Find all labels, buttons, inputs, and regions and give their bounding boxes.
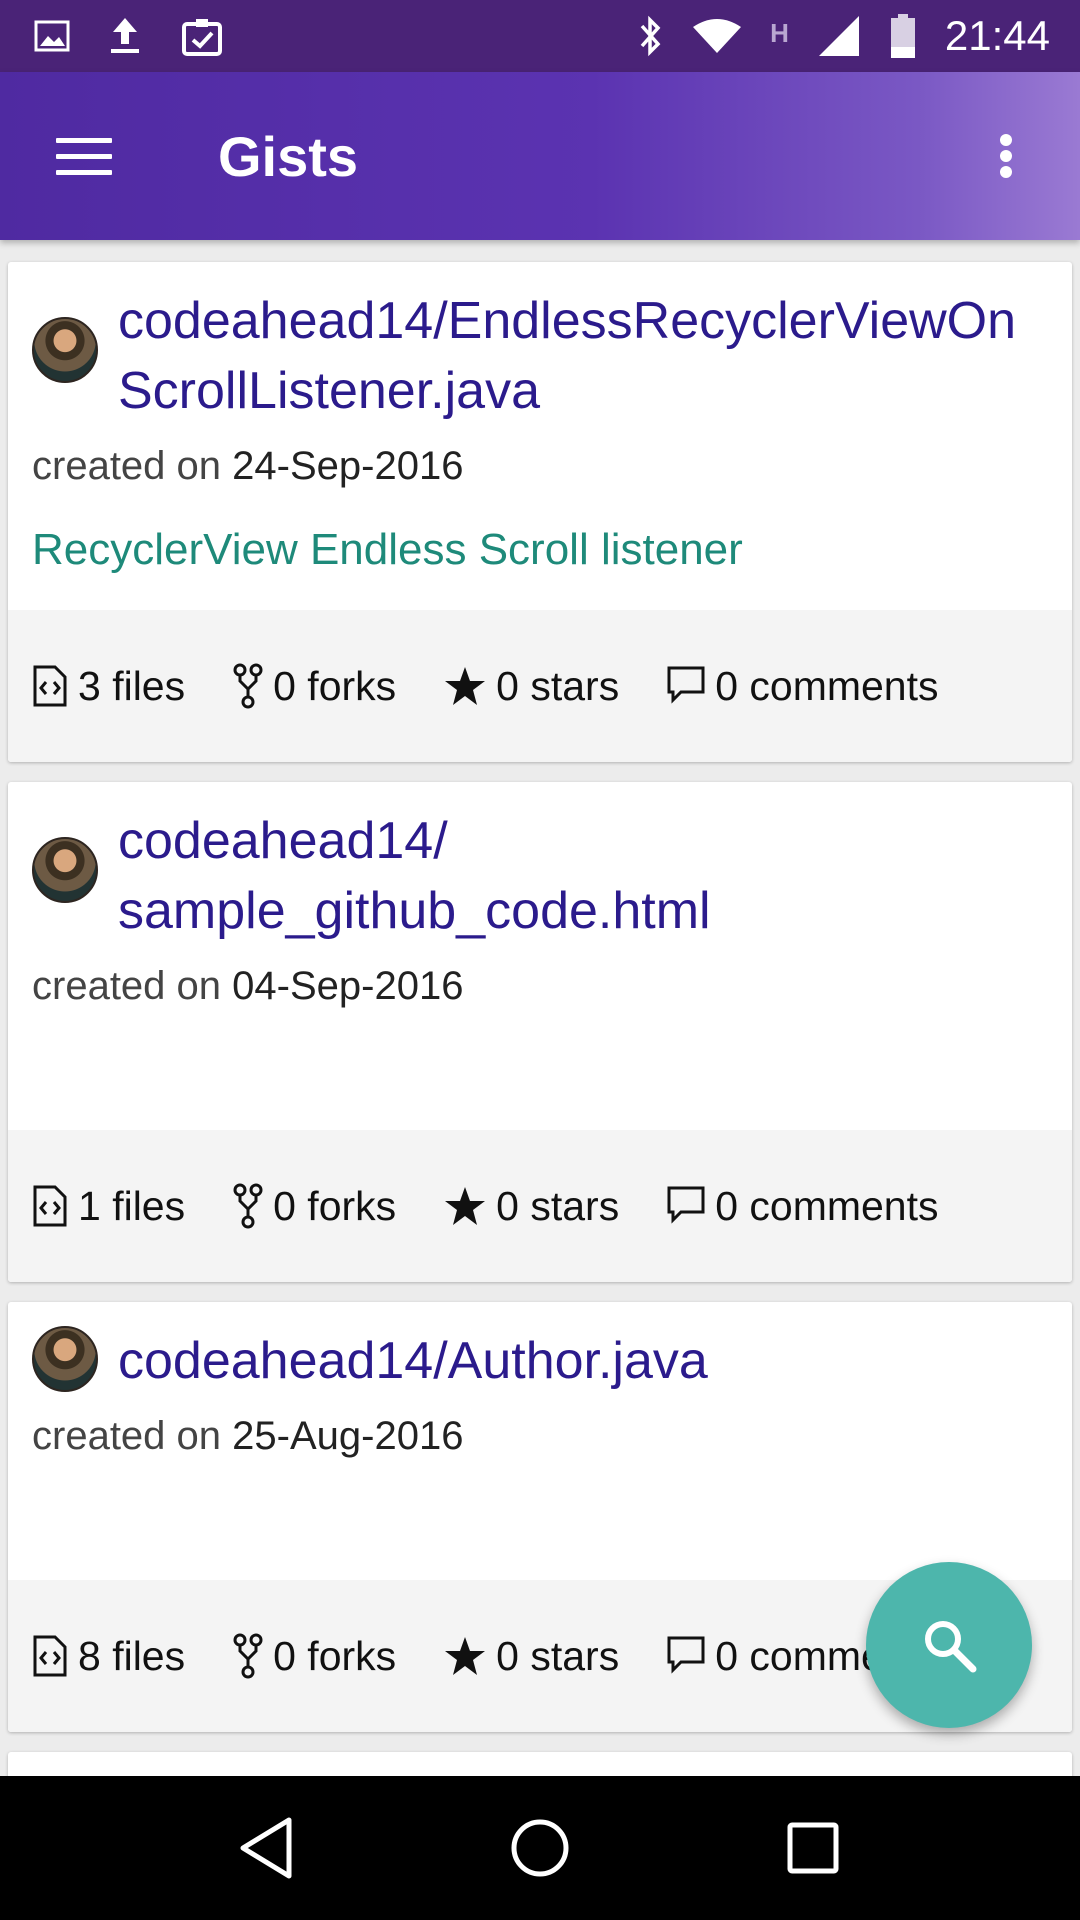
hamburger-menu-icon[interactable] — [56, 136, 112, 176]
clock: 21:44 — [944, 12, 1050, 59]
files-count: 8 files — [78, 1632, 186, 1679]
gist-title[interactable]: codeahead14/EndlessRecyclerViewOnScrollL… — [118, 286, 1048, 426]
created-line: created on 25-Aug-2016 — [32, 1414, 1048, 1459]
gist-list[interactable]: codeahead14/EndlessRecyclerViewOnScrollL… — [0, 240, 1080, 1776]
star-icon — [445, 1187, 486, 1225]
gist-card[interactable]: codeahead14/ sample_github_code.html cre… — [8, 782, 1072, 1282]
back-icon[interactable] — [222, 1803, 312, 1893]
fork-icon — [233, 1183, 263, 1229]
forks-count: 0 forks — [273, 1632, 397, 1679]
home-icon[interactable] — [495, 1803, 585, 1893]
created-date: 25-Aug-2016 — [232, 1414, 464, 1458]
files-count: 1 files — [78, 1182, 186, 1229]
gist-card[interactable] — [8, 1752, 1072, 1776]
gist-title[interactable]: codeahead14/Author.java — [118, 1326, 1048, 1396]
navigation-bar — [0, 1776, 1080, 1920]
page-title: Gists — [218, 124, 359, 188]
created-label: created on — [32, 444, 222, 488]
stars-count: 0 stars — [496, 1182, 620, 1229]
created-label: created on — [32, 964, 222, 1008]
stars-stat: 0 stars — [444, 1183, 619, 1230]
stars-stat: 0 stars — [444, 663, 619, 710]
file-code-icon — [33, 1185, 67, 1227]
network-type-label: H — [770, 18, 789, 48]
more-vertical-icon[interactable] — [986, 126, 1026, 186]
status-bar: H 21:44 — [0, 0, 1080, 72]
files-stat: 8 files — [32, 1633, 185, 1680]
battery-icon — [889, 13, 917, 59]
comments-count: 0 comments — [715, 1182, 939, 1229]
upload-icon — [108, 16, 142, 56]
files-stat: 1 files — [32, 1183, 185, 1230]
forks-count: 0 forks — [273, 662, 397, 709]
image-icon — [34, 20, 70, 52]
comments-stat: 0 comments — [667, 662, 939, 710]
gist-stats: 1 files 0 forks 0 stars 0 comments — [8, 1130, 1072, 1282]
star-icon — [445, 667, 486, 705]
bluetooth-icon — [638, 15, 664, 57]
avatar — [32, 317, 98, 383]
avatar — [32, 1326, 98, 1392]
comments-stat: 0 comments — [667, 1182, 939, 1230]
search-fab[interactable] — [866, 1562, 1032, 1728]
forks-stat: 0 forks — [233, 1633, 396, 1680]
clipboard-check-icon — [180, 16, 224, 56]
stars-stat: 0 stars — [444, 1633, 619, 1680]
stars-count: 0 stars — [496, 1632, 620, 1679]
comment-icon — [667, 666, 705, 704]
forks-stat: 0 forks — [233, 663, 396, 710]
fork-icon — [233, 663, 263, 709]
created-line: created on 24-Sep-2016 — [32, 444, 1048, 489]
gist-card[interactable]: codeahead14/EndlessRecyclerViewOnScrollL… — [8, 262, 1072, 762]
created-label: created on — [32, 1414, 222, 1458]
comments-count: 0 comments — [715, 662, 939, 709]
created-date: 04-Sep-2016 — [232, 964, 464, 1008]
created-line: created on 04-Sep-2016 — [32, 964, 1048, 1009]
forks-stat: 0 forks — [233, 1183, 396, 1230]
stars-count: 0 stars — [496, 662, 620, 709]
comment-icon — [667, 1636, 705, 1674]
search-icon — [925, 1621, 977, 1673]
file-code-icon — [33, 1635, 67, 1677]
files-count: 3 files — [78, 662, 186, 709]
file-code-icon — [33, 665, 67, 707]
gist-description: RecyclerView Endless Scroll listener — [32, 525, 743, 574]
comment-icon — [667, 1186, 705, 1224]
forks-count: 0 forks — [273, 1182, 397, 1229]
created-date: 24-Sep-2016 — [232, 444, 464, 488]
recents-icon[interactable] — [768, 1803, 858, 1893]
star-icon — [445, 1637, 486, 1675]
wifi-icon — [692, 17, 742, 55]
gist-title[interactable]: codeahead14/ sample_github_code.html — [118, 806, 1048, 946]
avatar — [32, 837, 98, 903]
app-bar: Gists — [0, 72, 1080, 240]
files-stat: 3 files — [32, 663, 185, 710]
fork-icon — [233, 1633, 263, 1679]
gist-stats: 3 files 0 forks 0 stars 0 comments — [8, 610, 1072, 762]
signal-icon — [817, 14, 861, 58]
